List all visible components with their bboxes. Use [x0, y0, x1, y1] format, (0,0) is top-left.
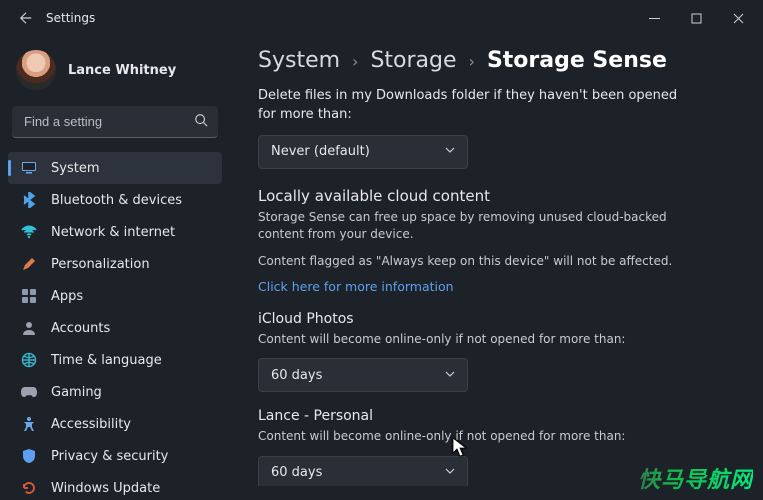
downloads-select-value: Never (default): [271, 144, 370, 159]
system-icon: [20, 159, 38, 177]
gaming-icon: [20, 383, 38, 401]
breadcrumb-storage[interactable]: Storage: [370, 48, 456, 73]
sidebar-item-label: Gaming: [51, 385, 102, 400]
search-input[interactable]: [12, 106, 218, 138]
icloud-desc: Content will become online-only if not o…: [258, 331, 698, 348]
sidebar-item-label: Personalization: [51, 257, 150, 272]
main-panel: System › Storage › Storage Sense Delete …: [230, 36, 763, 500]
bluetooth-icon: [20, 191, 38, 209]
maximize-icon: [691, 13, 702, 24]
avatar: [14, 48, 58, 92]
user-card[interactable]: Lance Whitney: [8, 40, 222, 106]
minimize-button[interactable]: [633, 4, 675, 32]
chevron-down-icon: [445, 465, 455, 480]
apps-icon: [20, 287, 38, 305]
back-arrow-icon: [19, 11, 33, 25]
watermark: 快马导航网: [638, 462, 753, 494]
sidebar-item-label: System: [51, 161, 99, 176]
personalize-icon: [20, 255, 38, 273]
cloud-section-title: Locally available cloud content: [258, 187, 735, 205]
cloud-more-info-link[interactable]: Click here for more information: [258, 279, 454, 294]
sidebar-item-accounts[interactable]: Accounts: [8, 312, 222, 344]
downloads-label: Delete files in my Downloads folder if t…: [258, 87, 678, 125]
close-button[interactable]: [717, 4, 759, 32]
chevron-down-icon: [445, 144, 455, 159]
sidebar-item-personalization[interactable]: Personalization: [8, 248, 222, 280]
sidebar-item-label: Accounts: [51, 321, 110, 336]
minimize-icon: [649, 13, 660, 24]
content-area: Delete files in my Downloads folder if t…: [258, 87, 735, 486]
accessibility-icon: [20, 415, 38, 433]
window-titlebar: Settings: [0, 0, 763, 36]
sidebar-item-apps[interactable]: Apps: [8, 280, 222, 312]
sidebar-item-bluetooth[interactable]: Bluetooth & devices: [8, 184, 222, 216]
sidebar-item-label: Privacy & security: [51, 449, 168, 464]
sidebar-item-network[interactable]: Network & internet: [8, 216, 222, 248]
sidebar-item-label: Time & language: [51, 353, 162, 368]
chevron-down-icon: [445, 368, 455, 383]
time-lang-icon: [20, 351, 38, 369]
sidebar-item-time-language[interactable]: Time & language: [8, 344, 222, 376]
personal-select[interactable]: 60 days: [258, 456, 468, 486]
sidebar-item-gaming[interactable]: Gaming: [8, 376, 222, 408]
sidebar-item-accessibility[interactable]: Accessibility: [8, 408, 222, 440]
sidebar-item-update[interactable]: Windows Update: [8, 472, 222, 500]
update-icon: [20, 479, 38, 497]
sidebar-item-privacy[interactable]: Privacy & security: [8, 440, 222, 472]
sidebar-nav: System Bluetooth & devices Network & int…: [8, 152, 222, 500]
icloud-select[interactable]: 60 days: [258, 358, 468, 392]
sidebar-item-system[interactable]: System: [8, 152, 222, 184]
sidebar-item-label: Apps: [51, 289, 83, 304]
chevron-right-icon: ›: [469, 52, 475, 71]
network-icon: [20, 223, 38, 241]
breadcrumb-system[interactable]: System: [258, 48, 340, 73]
personal-desc: Content will become online-only if not o…: [258, 428, 698, 445]
shield-icon: [20, 447, 38, 465]
sidebar-item-label: Accessibility: [51, 417, 131, 432]
icloud-select-value: 60 days: [271, 368, 322, 383]
personal-title: Lance - Personal: [258, 408, 735, 424]
breadcrumb: System › Storage › Storage Sense: [258, 48, 735, 87]
icloud-title: iCloud Photos: [258, 311, 735, 327]
cloud-desc-1: Storage Sense can free up space by remov…: [258, 209, 698, 244]
maximize-button[interactable]: [675, 4, 717, 32]
personal-select-value: 60 days: [271, 465, 322, 480]
close-icon: [733, 13, 744, 24]
page-title: Storage Sense: [487, 48, 667, 73]
search-wrap: [12, 106, 218, 138]
sidebar-item-label: Network & internet: [51, 225, 175, 240]
sidebar-item-label: Bluetooth & devices: [51, 193, 182, 208]
cloud-desc-2: Content flagged as "Always keep on this …: [258, 253, 698, 270]
user-name: Lance Whitney: [68, 63, 176, 78]
sidebar-item-label: Windows Update: [51, 481, 160, 496]
downloads-select[interactable]: Never (default): [258, 135, 468, 169]
back-button[interactable]: [14, 6, 38, 30]
accounts-icon: [20, 319, 38, 337]
chevron-right-icon: ›: [352, 52, 358, 71]
sidebar: Lance Whitney System Bluetooth & devices…: [0, 36, 230, 500]
window-title: Settings: [46, 11, 95, 25]
